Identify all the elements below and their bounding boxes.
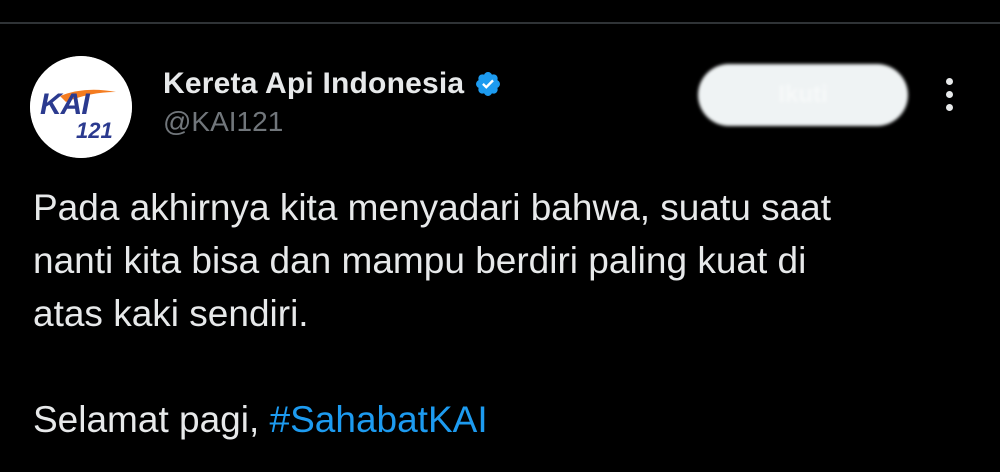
tweet-text-line: Pada akhirnya kita menyadari bahwa, suat…	[33, 187, 832, 228]
kai-logo-icon: KAI 121	[30, 56, 132, 158]
logo-number: 121	[76, 118, 113, 143]
tweet-card: KAI 121 Kereta Api Indonesia @KAI121 Iku…	[0, 0, 1000, 472]
tweet-text-line: nanti kita bisa dan mampu berdiri paling…	[33, 240, 807, 281]
greeting-text: Selamat pagi,	[33, 399, 270, 440]
follow-button[interactable]: Ikuti	[698, 64, 908, 126]
more-vertical-icon	[945, 77, 953, 85]
more-options-button[interactable]	[934, 72, 964, 116]
account-handle[interactable]: @KAI121	[163, 106, 283, 138]
hashtag-link[interactable]: #SahabatKAI	[270, 399, 488, 440]
logo-text: KAI	[40, 88, 90, 121]
verified-badge-icon[interactable]	[474, 70, 502, 98]
more-vertical-icon	[945, 103, 953, 111]
avatar[interactable]: KAI 121	[30, 56, 132, 158]
more-vertical-icon	[945, 90, 953, 98]
tweet-text: Pada akhirnya kita menyadari bahwa, suat…	[33, 181, 953, 446]
tweet-text-line: atas kaki sendiri.	[33, 293, 309, 334]
paragraph-break	[33, 340, 953, 393]
display-name[interactable]: Kereta Api Indonesia	[163, 67, 464, 101]
tweet-greeting-line: Selamat pagi, #SahabatKAI	[33, 393, 953, 446]
display-name-row: Kereta Api Indonesia	[163, 64, 502, 104]
